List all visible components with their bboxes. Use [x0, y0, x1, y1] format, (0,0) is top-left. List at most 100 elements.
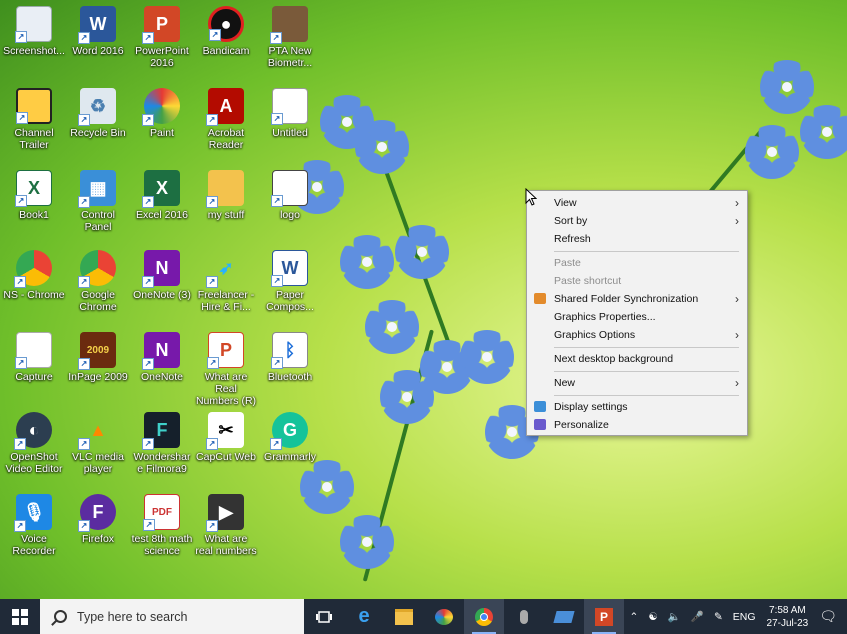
shortcut-arrow-icon: ↗: [142, 438, 154, 450]
shortcut-arrow-icon: ↗: [15, 357, 27, 369]
menu-separator: [554, 371, 739, 372]
show-hidden-icons-chevron-icon[interactable]: ⌃: [630, 611, 639, 623]
desktop-icon-grammarly[interactable]: G ↗ Grammarly: [259, 412, 321, 463]
taskbar-edge-button[interactable]: e: [344, 599, 384, 634]
desktop-context-menu: View › Sort by › Refresh Paste Paste shortcut S…: [526, 190, 748, 436]
network-icon[interactable]: ☯: [648, 611, 657, 623]
desktop-icon-label: OneNote: [140, 371, 184, 383]
desktop-icon-recycle-bin[interactable]: ♻ ↗ Recycle Bin: [67, 88, 129, 139]
acrobat-icon: A ↗: [206, 88, 244, 126]
menu-item-graphics-properties[interactable]: Graphics Properties...: [527, 308, 747, 326]
desktop-icon-google-chrome[interactable]: ↗ Google Chrome: [67, 250, 129, 313]
desktop-icon-label: VLC media player: [72, 451, 124, 475]
desktop-icon-bandicam[interactable]: ● ↗ Bandicam: [195, 6, 257, 57]
volume-icon[interactable]: 🔈: [668, 610, 681, 623]
desktop-icon-what-are-real-numbers[interactable]: ▶ ↗ What are real numbers: [195, 494, 257, 557]
pen-icon[interactable]: ✎: [714, 611, 723, 623]
chevron-right-icon: ›: [735, 214, 739, 228]
menu-item-sort-by[interactable]: Sort by ›: [527, 212, 747, 230]
desktop-icon-my-stuff[interactable]: ↗ my stuff: [195, 170, 257, 221]
excel-icon: X ↗: [142, 170, 180, 208]
menu-item-label: Shared Folder Synchronization: [554, 293, 699, 305]
desktop-icon-label: PowerPoint 2016: [135, 45, 189, 69]
desktop-icon-acrobat-reader[interactable]: A ↗ Acrobat Reader: [195, 88, 257, 151]
desktop-icon-vlc-media-player[interactable]: ▲ ↗ VLC media player: [67, 412, 129, 476]
voice-recorder-icon: 🎙 ↗: [14, 494, 52, 532]
task-view-button[interactable]: [304, 599, 344, 634]
desktop-icon-what-are-real-numbers-r[interactable]: P ↗ What are Real Numbers (R): [195, 332, 257, 407]
taskbar-screen-app-button[interactable]: [544, 599, 584, 634]
screen-app-icon: [553, 610, 575, 623]
desktop-icon-ns-chrome[interactable]: ↗ NS - Chrome: [3, 250, 65, 301]
menu-item-graphics-options[interactable]: Graphics Options ›: [527, 326, 747, 344]
menu-item-personalize[interactable]: Personalize: [527, 416, 747, 434]
menu-item-next-desktop-background[interactable]: Next desktop background: [527, 350, 747, 368]
desktop-icon-test-8th-math-science[interactable]: PDF ↗ test 8th math science: [131, 494, 193, 557]
desktop-icon-label: Voice Recorder: [12, 533, 56, 557]
shortcut-arrow-icon: ↗: [206, 276, 218, 288]
desktop-icon-openshot-video-editor[interactable]: ◐ ↗ OpenShot Video Editor: [3, 412, 65, 475]
desktop-icon-capture[interactable]: ↗ Capture: [3, 332, 65, 383]
taskbar-voice-recorder-button[interactable]: [504, 599, 544, 634]
powerpoint-icon: P ↗: [142, 6, 180, 44]
menu-item-label: Graphics Properties...: [554, 311, 656, 323]
desktop-icon-voice-recorder[interactable]: 🎙 ↗ Voice Recorder: [3, 494, 65, 557]
microphone-tray-icon[interactable]: 🎤: [691, 610, 704, 623]
shortcut-arrow-icon: ↗: [206, 438, 218, 450]
paint-icon: ↗: [142, 88, 180, 126]
start-button[interactable]: [0, 599, 40, 634]
desktop-icon-freelancer-hire-fi[interactable]: ➶ ↗ Freelancer - Hire & Fi...: [195, 250, 257, 314]
menu-item-display-settings[interactable]: Display settings: [527, 398, 747, 416]
desktop-icon-label: InPage 2009: [68, 371, 128, 383]
shortcut-arrow-icon: ↗: [14, 276, 26, 288]
taskbar-chrome-button[interactable]: [464, 599, 504, 634]
menu-item-refresh[interactable]: Refresh: [527, 230, 747, 248]
taskbar-file-explorer-button[interactable]: [384, 599, 424, 634]
desktop-icon-firefox[interactable]: F ↗ Firefox: [67, 494, 129, 545]
pdf-icon: PDF ↗: [143, 494, 180, 531]
desktop-icon-book1[interactable]: X ↗ Book1: [3, 170, 65, 221]
onenote-icon: N ↗: [142, 250, 180, 288]
menu-item-paste-shortcut: Paste shortcut: [527, 272, 747, 290]
taskbar-search-box[interactable]: Type here to search: [40, 599, 304, 634]
desktop-icon-capcut-web[interactable]: ✂ ↗ CapCut Web: [195, 412, 257, 463]
taskbar-powerpoint-button[interactable]: P: [584, 599, 624, 634]
clock[interactable]: 7:58 AM 27-Jul-23: [767, 604, 809, 630]
notifications-icon[interactable]: 🗨: [819, 608, 837, 625]
desktop-icon-inpage-2009[interactable]: 2009 ↗ InPage 2009: [67, 332, 129, 383]
desktop-icon-excel-2016[interactable]: X ↗ Excel 2016: [131, 170, 193, 221]
desktop-icon-label: Bandicam: [202, 45, 250, 57]
display-icon: [534, 401, 546, 412]
desktop-icon-control-panel[interactable]: ▦ ↗ Control Panel: [67, 170, 129, 233]
desktop-icon-paper-compos[interactable]: W ↗ Paper Compos...: [259, 250, 321, 313]
shortcut-arrow-icon: ↗: [78, 520, 90, 532]
shortcut-arrow-icon: ↗: [271, 275, 283, 287]
desktop-icon-onenote-3[interactable]: N ↗ OneNote (3): [131, 250, 193, 301]
desktop-icon-label: Channel Trailer: [14, 127, 54, 151]
desktop-icon-paint[interactable]: ↗ Paint: [131, 88, 193, 139]
desktop-icon-onenote[interactable]: N ↗ OneNote: [131, 332, 193, 383]
shortcut-arrow-icon: ↗: [14, 520, 26, 532]
menu-item-shared-folder-synchronization[interactable]: Shared Folder Synchronization ›: [527, 290, 747, 308]
desktop-icon-logo[interactable]: ↗ logo: [259, 170, 321, 221]
shortcut-arrow-icon: ↗: [143, 519, 155, 531]
desktop-icon-pta-new-biometr[interactable]: ↗ PTA New Biometr...: [259, 6, 321, 69]
menu-item-new[interactable]: New ›: [527, 374, 747, 392]
desktop-icon-bluetooth[interactable]: ᛒ ↗ Bluetooth: [259, 332, 321, 383]
menu-item-view[interactable]: View ›: [527, 194, 747, 212]
desktop-icon-channel-trailer[interactable]: ↗ Channel Trailer: [3, 88, 65, 151]
desktop-icon-screenshot[interactable]: ↗ Screenshot...: [3, 6, 65, 57]
desktop-icon-label: Bluetooth: [267, 371, 313, 383]
clock-time: 7:58 AM: [769, 604, 806, 616]
desktop-icon-untitled[interactable]: ↗ Untitled: [259, 88, 321, 139]
desktop-icon-wondershare-filmora9[interactable]: F ↗ Wondershare Filmora9: [131, 412, 193, 475]
inpage-icon: 2009 ↗: [78, 332, 116, 370]
desktop-icon-powerpoint-2016[interactable]: P ↗ PowerPoint 2016: [131, 6, 193, 69]
desktop-icon-word-2016[interactable]: W ↗ Word 2016: [67, 6, 129, 57]
desktop-icon-label: Untitled: [272, 127, 308, 139]
language-indicator[interactable]: ENG: [733, 611, 756, 623]
grammarly-icon: G ↗: [270, 412, 308, 450]
taskbar-paint-button[interactable]: [424, 599, 464, 634]
paint-palette-icon: [435, 608, 453, 625]
video-icon: ↗: [16, 88, 52, 124]
